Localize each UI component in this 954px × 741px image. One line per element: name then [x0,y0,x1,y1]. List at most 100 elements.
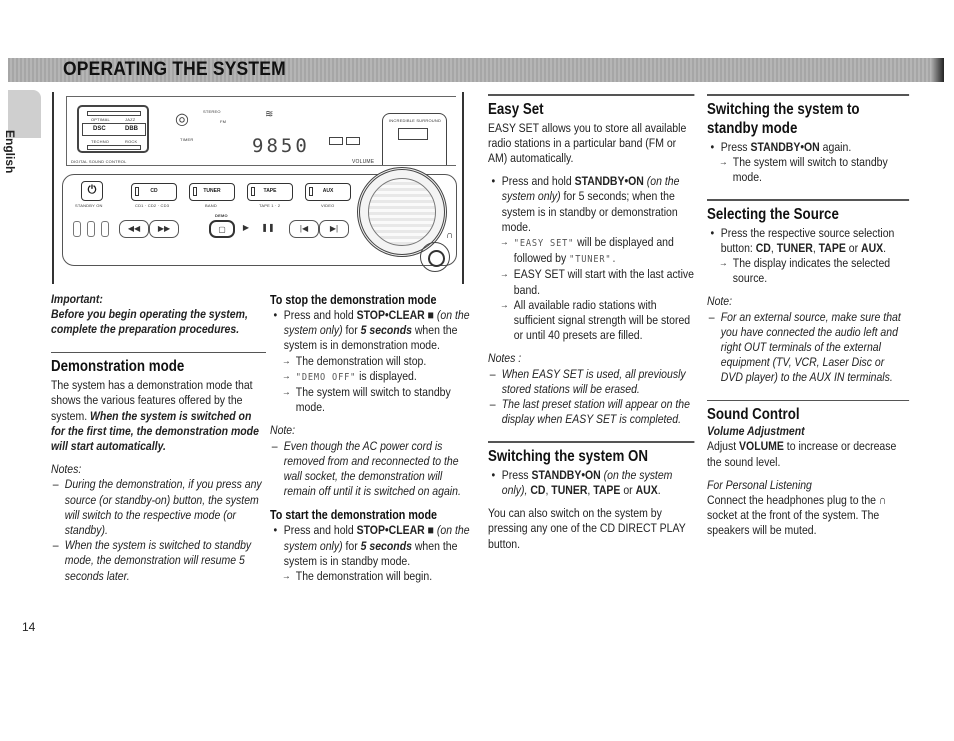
important-label: Important: [51,292,103,306]
notes-label: Notes: [51,462,82,477]
timer-indicator: TIMER [180,137,194,142]
headphone-icon: ∩ [878,492,887,507]
cd-direct-3[interactable] [101,221,109,237]
pause-button[interactable]: ❚❚ [257,220,279,238]
stereo-indicator: STEREO [203,109,221,114]
dsc-buttons: DSC DBB [82,123,146,136]
incredible-surround-button[interactable]: INCREDIBLE SURROUND [382,113,447,165]
section-banner: OPERATING THE SYSTEM [8,58,944,82]
result-item: EASY SET will start with the last active… [488,267,694,297]
small-button-2[interactable] [346,137,360,145]
display-panel: OPTIMAL JAZZ DSC DBB TECHNO ROCK DIGITAL… [66,96,456,166]
result-item: The system will switch to standby mode. [707,155,909,185]
frame-left [52,92,54,284]
volume-subheading: Volume Adjustment [707,424,805,439]
switch-on-step: Press STANDBY•ON (on the system only), C… [488,468,694,498]
cd-direct-2[interactable] [87,221,95,237]
dsc-label: DIGITAL SOUND CONTROL [71,159,127,164]
surround-switch[interactable] [398,128,428,140]
divider [707,94,910,96]
cd-sub-label: CD1 · CD2 · CD3 [135,203,170,208]
source-step: Press the respective source selection bu… [707,226,909,256]
section-title: OPERATING THE SYSTEM [63,59,286,80]
easy-set-intro: EASY SET allows you to store all availab… [488,120,687,165]
switch-on-heading: Switching the system ON [488,447,649,465]
tape-sub-label: TAPE 1 · 2 [259,203,281,208]
volume-text: Adjust VOLUME to increase or decrease th… [707,439,897,469]
rewind-button[interactable]: ◀◀ [119,220,149,238]
next-button[interactable]: ▶| [319,220,349,238]
note-item: For an external source, make sure that y… [707,310,909,386]
standby-on-button[interactable]: ⏻ [81,181,103,201]
stop-demo-step: Press and hold STOP•CLEAR ■ (on the syst… [270,308,469,354]
important-text: Before you begin operating the system, c… [51,307,248,337]
dbb-button[interactable]: DBB [125,126,138,132]
note-item: When EASY SET is used, all previously st… [488,367,694,397]
column-2: To stop the demonstration mode Press and… [270,292,470,584]
language-tab: English [3,90,41,173]
stop-clear-button[interactable]: ▢ [209,220,235,238]
tuner-button[interactable]: TUNER [189,183,235,201]
divider [488,441,695,443]
column-3: Easy Set EASY SET allows you to store al… [488,94,695,552]
result-item: All available radio stations with suffic… [488,298,694,344]
note-item: Even though the AC power cord is removed… [270,439,470,500]
headphone-jack[interactable] [420,242,450,272]
personal-listening-subheading: For Personal Listening [707,477,812,492]
aux-button[interactable]: AUX [305,183,351,201]
note-item: During the demonstration, if you press a… [51,477,266,538]
stop-demo-heading: To stop the demonstration mode [270,293,437,307]
band-indicator: FM [220,119,227,124]
cd-button[interactable]: CD [131,183,177,201]
result-item: The system will switch to standby mode. [270,385,470,415]
notes-label: Notes : [488,351,522,366]
column-4: Switching the system to standby mode Pre… [707,94,910,539]
result-item: The demonstration will begin. [270,569,470,584]
dsc-button[interactable]: DSC [93,126,106,132]
play-button[interactable]: ▶ [235,220,257,238]
personal-listening-text: Connect the headphones plug to the ∩ soc… [707,492,887,538]
surround-label: INCREDIBLE SURROUND [389,118,442,123]
frame-right [462,92,464,284]
tuner-sub-label: BAND [205,203,217,208]
dsc-panel: OPTIMAL JAZZ DSC DBB TECHNO ROCK [77,105,149,153]
standby-step: Press STANDBY•ON again. [707,140,909,155]
sound-control-heading: Sound Control [707,406,800,424]
source-heading: Selecting the Source [707,205,839,223]
note-label: Note: [270,423,296,438]
aux-sub-label: VIDEO [321,203,335,208]
cd-direct-1[interactable] [73,221,81,237]
previous-button[interactable]: |◀ [289,220,319,238]
divider [707,399,910,402]
dsc-bar-bottom [87,145,141,150]
headphone-icon: ∩ [446,230,454,241]
demo-intro: The system has a demonstration mode that… [51,378,259,453]
page-number: 14 [22,620,36,634]
power-icon: ⏻ [87,184,97,196]
result-item: "DEMO OFF" is displayed. [270,369,470,385]
volume-label: VOLUME [352,159,375,165]
standby-label: STANDBY ON [75,203,103,208]
result-item: The display indicates the selected sourc… [707,256,909,286]
result-item: "EASY SET" will be displayed and followe… [488,235,694,267]
device-illustration: OPTIMAL JAZZ DSC DBB TECHNO ROCK DIGITAL… [52,92,464,284]
standby-heading: Switching the system to standby mode [707,100,860,137]
dsc-bar-top [87,111,141,116]
dsc-jazz-label: JAZZ [125,117,136,122]
demo-label: DEMO [215,213,228,218]
note-label: Note: [707,294,733,309]
cd-disc-icon: ◎ [175,111,189,128]
tape-button[interactable]: TAPE [247,183,293,201]
dsc-techno-label: TECHNO [91,139,110,144]
divider [51,351,266,354]
switch-on-text: You can also switch on the system by pre… [488,506,686,551]
forward-button[interactable]: ▶▶ [149,220,179,238]
start-demo-heading: To start the demonstration mode [270,508,438,523]
demo-heading: Demonstration mode [51,358,185,376]
dsc-rock-label: ROCK [125,139,138,144]
language-label: English [3,130,17,174]
small-button-1[interactable] [329,137,343,145]
signal-icon: ≋ [265,109,274,120]
easy-set-heading: Easy Set [488,100,544,118]
column-1: Important: Before you begin operating th… [51,292,266,584]
